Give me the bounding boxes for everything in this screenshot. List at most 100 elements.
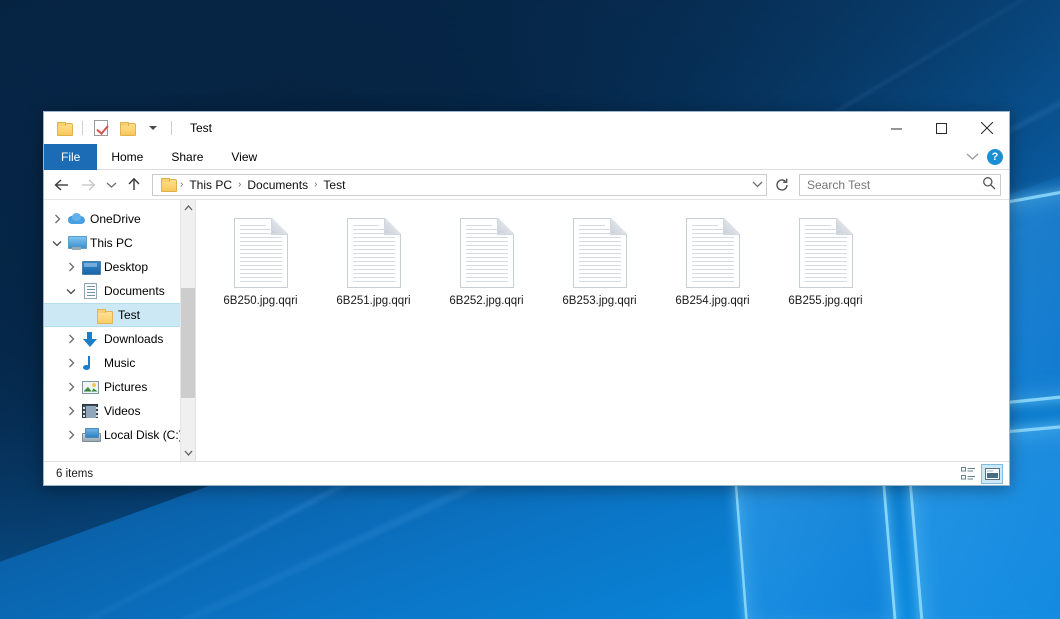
ribbon-right-controls: ? (966, 144, 1003, 170)
address-bar: › This PC › Documents › Test (44, 170, 1009, 200)
document-lines (353, 225, 395, 282)
refresh-icon[interactable] (771, 174, 793, 196)
sidebar-item-videos[interactable]: Videos (44, 399, 195, 423)
back-button[interactable] (50, 173, 74, 197)
customize-dropdown-icon[interactable] (143, 118, 163, 138)
breadcrumb-item-documents[interactable]: Documents (243, 175, 312, 195)
search-icon[interactable] (982, 176, 996, 193)
chevron-down-icon[interactable] (48, 231, 66, 255)
sidebar-item-desktop[interactable]: Desktop (44, 255, 195, 279)
navigation-scrollbar[interactable] (180, 200, 195, 461)
music-icon (80, 356, 100, 371)
maximize-button[interactable] (919, 112, 964, 144)
folder-icon[interactable] (54, 118, 74, 138)
sidebar-item-onedrive[interactable]: OneDrive (44, 207, 195, 231)
quick-access-toolbar: Test (44, 112, 212, 144)
recent-locations-icon[interactable] (102, 173, 120, 197)
search-box[interactable] (799, 174, 1001, 196)
breadcrumb-separator: › (236, 179, 243, 190)
sidebar-item-pictures[interactable]: Pictures (44, 375, 195, 399)
generic-file-icon (686, 218, 740, 288)
scroll-down-icon[interactable] (181, 445, 196, 461)
file-grid: 6B250.jpg.qqri 6B251.jpg.qqri6B252.jpg.qq… (204, 214, 1009, 332)
chevron-right-icon[interactable] (62, 327, 80, 351)
search-input[interactable] (807, 178, 982, 192)
generic-file-icon (460, 218, 514, 288)
close-button[interactable] (964, 112, 1009, 144)
sidebar-item-label: Pictures (104, 380, 147, 394)
file-item[interactable]: 6B255.jpg.qqri (769, 214, 882, 332)
sidebar-item-label: Downloads (104, 332, 163, 346)
chevron-down-icon[interactable] (62, 279, 80, 303)
chevron-right-icon[interactable] (62, 399, 80, 423)
file-item[interactable]: 6B251.jpg.qqri (317, 214, 430, 332)
chevron-right-icon[interactable] (48, 207, 66, 231)
properties-icon[interactable] (91, 118, 111, 138)
status-bar: 6 items (44, 461, 1009, 485)
sidebar-item-downloads[interactable]: Downloads (44, 327, 195, 351)
help-icon[interactable]: ? (987, 149, 1003, 165)
tab-view[interactable]: View (217, 144, 271, 170)
sidebar-item-documents[interactable]: Documents (44, 279, 195, 303)
explorer-body: OneDriveThis PC Desktop Documents Test Downl… (44, 200, 1009, 461)
large-icons-view-button[interactable] (981, 464, 1003, 484)
details-view-button[interactable] (957, 464, 979, 484)
generic-file-icon (799, 218, 853, 288)
tab-share[interactable]: Share (157, 144, 217, 170)
sidebar-item-label: Desktop (104, 260, 148, 274)
downloads-icon (80, 332, 100, 347)
this-pc-icon (66, 236, 86, 250)
breadcrumb-separator: › (178, 179, 185, 190)
file-name-label: 6B250.jpg.qqri (223, 294, 297, 308)
expand-ribbon-icon[interactable] (966, 150, 979, 164)
file-item[interactable]: 6B254.jpg.qqri (656, 214, 769, 332)
sidebar-item-test[interactable]: Test (44, 303, 195, 327)
chevron-right-icon[interactable] (62, 423, 80, 447)
chevron-right-icon[interactable] (62, 375, 80, 399)
generic-file-icon (573, 218, 627, 288)
file-name-label: 6B255.jpg.qqri (788, 294, 862, 308)
generic-file-icon (347, 218, 401, 288)
file-item[interactable]: 6B252.jpg.qqri (430, 214, 543, 332)
breadcrumb-item-test[interactable]: Test (319, 175, 349, 195)
sidebar-item-this-pc[interactable]: This PC (44, 231, 195, 255)
videos-icon (80, 404, 100, 418)
tab-home[interactable]: Home (97, 144, 157, 170)
toolbar-separator (171, 121, 172, 135)
file-item[interactable]: 6B253.jpg.qqri (543, 214, 656, 332)
scroll-up-icon[interactable] (181, 200, 196, 216)
up-button[interactable] (122, 173, 146, 197)
file-explorer-window: Test File Home Share View (43, 111, 1010, 486)
toolbar-separator (82, 121, 83, 135)
document-lines (240, 225, 282, 282)
breadcrumb[interactable]: › This PC › Documents › Test (152, 174, 767, 196)
scrollbar-track[interactable] (181, 216, 196, 445)
sidebar-item-label: Music (104, 356, 135, 370)
new-folder-icon[interactable] (117, 118, 137, 138)
sidebar-item-label: Documents (104, 284, 165, 298)
sidebar-item-local-disk-c[interactable]: Local Disk (C:) (44, 423, 195, 447)
forward-button[interactable] (76, 173, 100, 197)
title-bar: Test (44, 112, 1009, 144)
chevron-right-icon[interactable] (62, 255, 80, 279)
address-dropdown-icon[interactable] (751, 180, 764, 189)
window-controls (874, 112, 1009, 144)
file-item[interactable]: 6B250.jpg.qqri (204, 214, 317, 332)
document-lines (579, 225, 621, 282)
file-list-pane[interactable]: 6B250.jpg.qqri 6B251.jpg.qqri6B252.jpg.qq… (196, 200, 1009, 461)
file-name-label: 6B254.jpg.qqri (675, 294, 749, 308)
sidebar-item-label: Test (118, 308, 140, 322)
chevron-right-icon[interactable] (62, 351, 80, 375)
tab-file[interactable]: File (44, 144, 97, 170)
pictures-icon (80, 381, 100, 394)
sidebar-item-music[interactable]: Music (44, 351, 195, 375)
breadcrumb-item-this-pc[interactable]: This PC (185, 175, 236, 195)
navigation-pane: OneDriveThis PC Desktop Documents Test Downl… (44, 200, 196, 461)
document-lines (805, 225, 847, 282)
minimize-button[interactable] (874, 112, 919, 144)
folder-icon (158, 175, 178, 195)
navigation-tree: OneDriveThis PC Desktop Documents Test Downl… (44, 200, 195, 447)
scrollbar-thumb[interactable] (181, 288, 196, 398)
document-lines (692, 225, 734, 282)
document-lines (466, 225, 508, 282)
